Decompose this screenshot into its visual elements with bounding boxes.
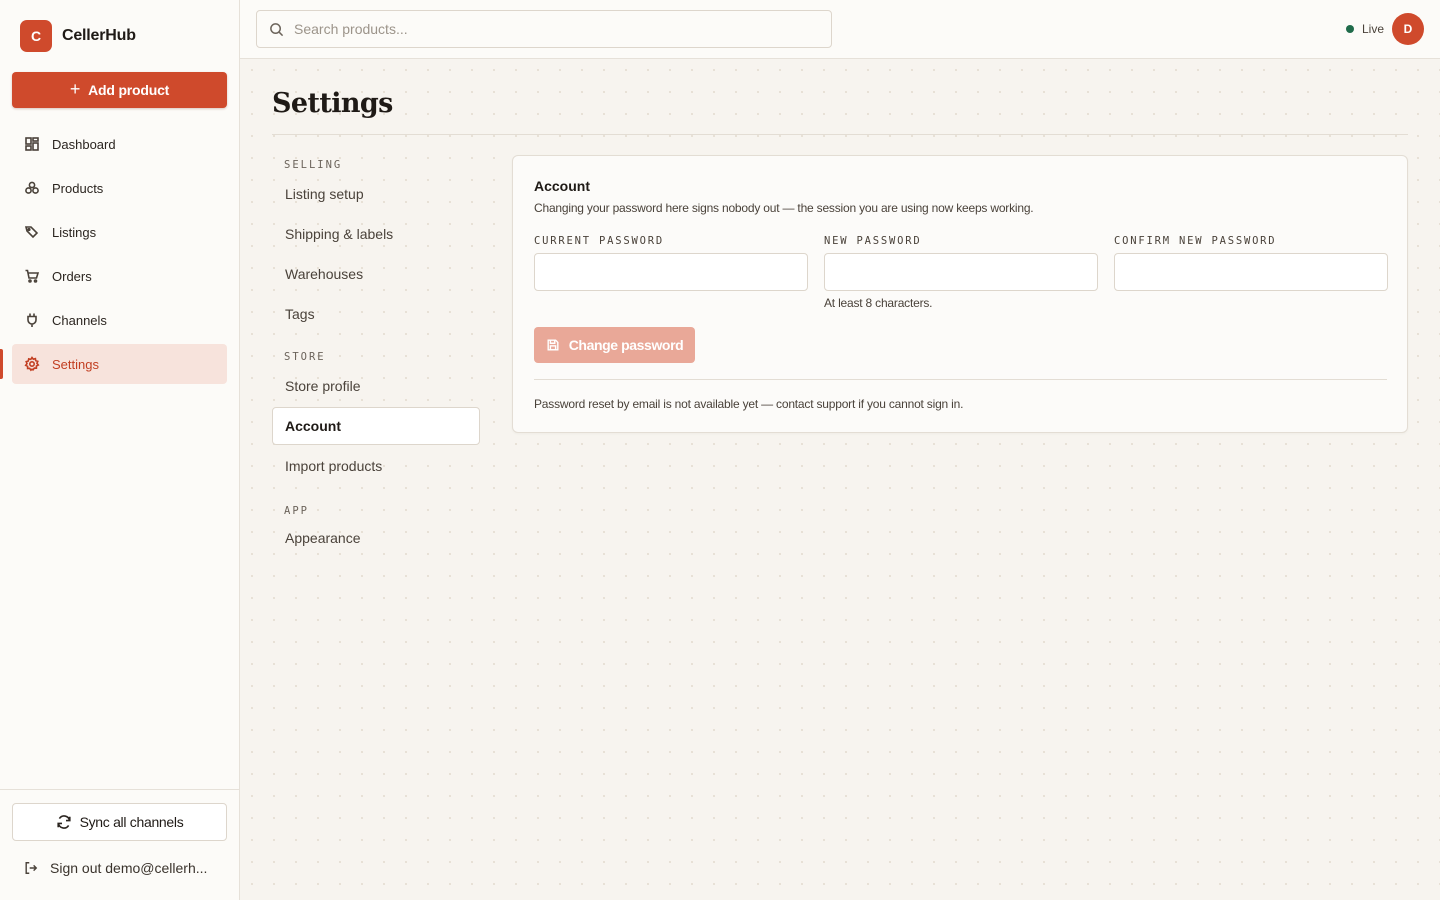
change-password-button[interactable]: Change password	[534, 327, 695, 363]
sidebar-item-listings[interactable]: Listings	[12, 212, 227, 252]
confirm-password-input[interactable]	[1114, 253, 1388, 291]
settings-item-appearance[interactable]: Appearance	[272, 519, 480, 557]
add-product-button[interactable]: + Add product	[12, 72, 227, 108]
cart-icon	[25, 269, 40, 283]
settings-item-shipping-labels[interactable]: Shipping & labels	[272, 215, 480, 253]
plug-icon	[27, 313, 37, 327]
settings-group-label: STORE	[284, 351, 326, 363]
search-box[interactable]	[256, 10, 832, 48]
brand[interactable]: C CellerHub	[20, 20, 136, 52]
sign-out-link[interactable]: Sign out demo@cellerh...	[24, 860, 224, 876]
new-password-input[interactable]	[824, 253, 1098, 291]
sync-all-channels-button[interactable]: Sync all channels	[12, 803, 227, 841]
settings-group-label: SELLING	[284, 159, 343, 171]
status-dot	[1346, 25, 1354, 33]
sidebar-item-label: Dashboard	[52, 136, 116, 152]
field-label: CURRENT PASSWORD	[534, 235, 664, 247]
search-input[interactable]	[294, 21, 814, 37]
dashboard-icon	[25, 137, 39, 151]
card-description: Changing your password here signs nobody…	[534, 201, 1034, 215]
settings-item-import-products[interactable]: Import products	[272, 447, 480, 485]
sidebar-footer: Sync all channels Sign out demo@cellerh.…	[0, 789, 240, 900]
footer-note: Password reset by email is not available…	[534, 397, 964, 411]
settings-item-tags[interactable]: Tags	[272, 295, 480, 333]
settings-item-warehouses[interactable]: Warehouses	[272, 255, 480, 293]
current-password-input[interactable]	[534, 253, 808, 291]
settings-item-listing-setup[interactable]: Listing setup	[272, 175, 480, 213]
sign-out-icon	[25, 862, 38, 874]
avatar[interactable]: D	[1392, 13, 1424, 45]
current-password-field: CURRENT PASSWORD	[534, 234, 808, 291]
account-card: Account Changing your password here sign…	[512, 155, 1408, 433]
brand-logo: C	[20, 20, 52, 52]
sidebar-item-orders[interactable]: Orders	[12, 256, 227, 296]
sidebar-item-channels[interactable]: Channels	[12, 300, 227, 340]
top-bar: Live D	[240, 0, 1440, 59]
sidebar-item-label: Products	[52, 180, 104, 196]
sidebar-nav: Dashboard Products Listings Orders Chann…	[12, 124, 227, 388]
active-indicator	[0, 349, 3, 379]
live-status: Live	[1346, 22, 1384, 36]
sign-out-label: Sign out demo@cellerh...	[50, 860, 208, 876]
field-label: CONFIRM NEW PASSWORD	[1114, 235, 1277, 247]
sidebar: C CellerHub + Add product Dashboard Prod…	[0, 0, 240, 900]
refresh-icon	[56, 815, 71, 829]
divider	[272, 134, 1408, 135]
sidebar-item-label: Channels	[52, 312, 107, 328]
field-label: NEW PASSWORD	[824, 235, 922, 247]
products-icon	[25, 181, 39, 194]
sidebar-item-label: Orders	[52, 268, 92, 284]
add-product-label: Add product	[88, 82, 170, 98]
gear-icon	[24, 356, 40, 372]
new-password-field: NEW PASSWORD At least 8 characters.	[824, 234, 1098, 310]
brand-name: CellerHub	[62, 27, 136, 44]
divider	[534, 379, 1387, 380]
sidebar-item-dashboard[interactable]: Dashboard	[12, 124, 227, 164]
settings-item-account[interactable]: Account	[272, 407, 480, 445]
tag-icon	[24, 226, 39, 239]
settings-group-label: APP	[284, 505, 309, 517]
card-title: Account	[534, 178, 590, 194]
sidebar-item-products[interactable]: Products	[12, 168, 227, 208]
sidebar-item-settings[interactable]: Settings	[12, 344, 227, 384]
change-password-label: Change password	[568, 337, 684, 353]
plus-icon: +	[69, 79, 81, 99]
save-icon	[547, 339, 559, 351]
page-title: Settings	[272, 88, 393, 119]
confirm-password-field: CONFIRM NEW PASSWORD	[1114, 234, 1388, 291]
search-icon	[270, 22, 284, 36]
sidebar-item-label: Settings	[52, 356, 99, 372]
settings-item-store-profile[interactable]: Store profile	[272, 367, 480, 405]
sidebar-item-label: Listings	[52, 224, 97, 240]
field-hint: At least 8 characters.	[824, 296, 933, 310]
sync-label: Sync all channels	[79, 814, 184, 830]
settings-nav: SELLING Listing setup Shipping & labels …	[272, 155, 480, 559]
status-label: Live	[1362, 22, 1385, 36]
main-content: Settings SELLING Listing setup Shipping …	[241, 59, 1440, 900]
